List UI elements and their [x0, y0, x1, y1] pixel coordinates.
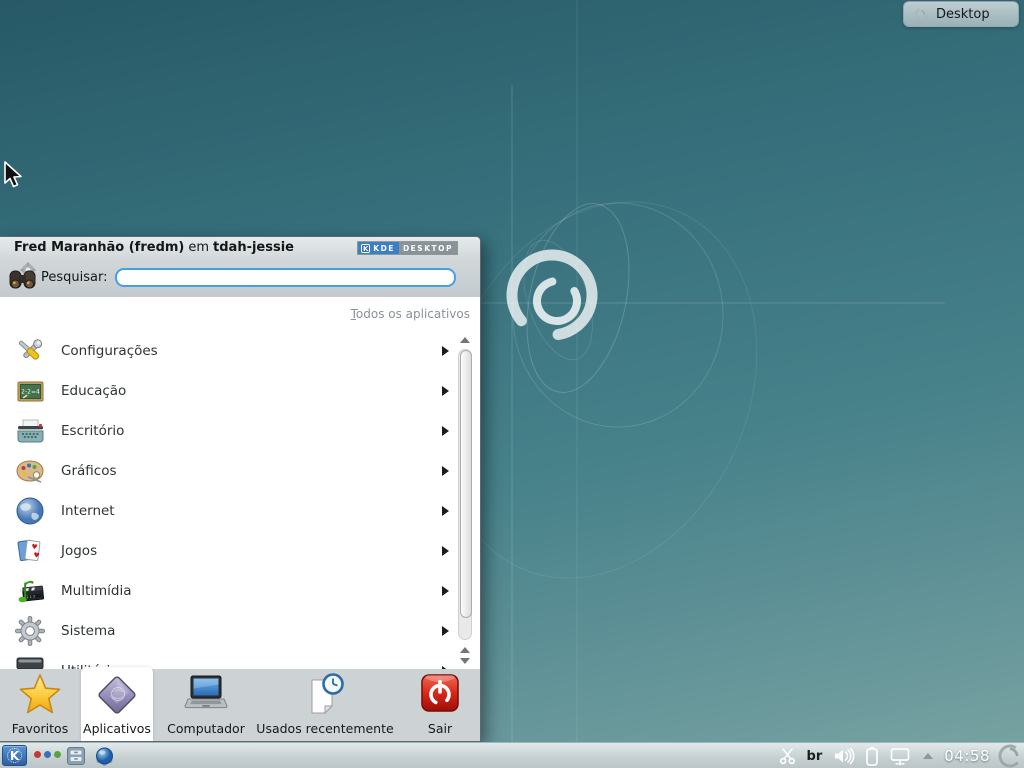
device-notifier-icon[interactable] [889, 747, 911, 766]
submenu-arrow-icon [442, 346, 449, 356]
tab-favoritos[interactable]: Favoritos [0, 667, 80, 741]
media-note-icon: 2 1 3 [13, 574, 47, 608]
globe-icon [13, 494, 47, 528]
chalkboard-icon: 2-2=4 [13, 374, 47, 408]
svg-text:2-2=4: 2-2=4 [21, 389, 40, 396]
typewriter-icon [13, 414, 47, 448]
search-label: Pesquisar: [41, 270, 108, 285]
tab-sair[interactable]: Sair [402, 667, 478, 741]
panel-cashew-icon[interactable] [998, 744, 1022, 768]
tab-usados-recentemente[interactable]: Usados recentemente [258, 667, 392, 741]
app-diamond-icon [95, 672, 139, 718]
gear-icon [13, 614, 47, 648]
submenu-arrow-icon [442, 386, 449, 396]
submenu-arrow-icon [442, 426, 449, 436]
keyboard-layout-indicator[interactable]: br [807, 749, 823, 764]
star-icon [18, 672, 62, 718]
scroll-up-icon[interactable] [460, 647, 470, 653]
tab-aplicativos[interactable]: Aplicativos [81, 667, 153, 741]
badge-desktop-text: DESKTOP [399, 242, 457, 254]
submenu-arrow-icon [442, 506, 449, 516]
volume-icon[interactable] [833, 747, 855, 765]
desktop: Desktop Fred Maranhão (fredm) em tdah-jess… [0, 0, 1024, 768]
host-name: tdah-jessie [213, 240, 294, 255]
laptop-icon [183, 672, 229, 718]
svg-text:♥: ♥ [33, 551, 40, 560]
scroll-down-icon[interactable] [460, 658, 470, 664]
playing-cards-icon: ♥ ♥ [13, 534, 47, 568]
kickoff-tab-bar: Favoritos Aplicativos [0, 667, 480, 741]
clipboard-scissors-icon[interactable] [779, 747, 796, 765]
scrollbar-track[interactable] [458, 349, 472, 640]
kde-desktop-badge: KKDE DESKTOP [357, 241, 458, 255]
badge-kde-text: KDE [373, 243, 395, 255]
submenu-arrow-icon [442, 546, 449, 556]
plasma-cashew-icon [914, 7, 929, 22]
menu-item-escritorio[interactable]: Escritório [0, 411, 480, 451]
kde-logo-icon: K [361, 244, 370, 253]
menu-item-internet[interactable]: Internet [0, 491, 480, 531]
applications-list: Todos os aplicativos Configurações [0, 297, 480, 669]
menu-item-graficos[interactable]: Gráficos [0, 451, 480, 491]
menu-item-educacao[interactable]: 2-2=4 Educação [0, 371, 480, 411]
desktop-folder-widget[interactable]: Desktop [903, 1, 1019, 27]
scrollbar-thumb[interactable] [460, 350, 472, 618]
kde-menu-icon: K [7, 748, 22, 763]
kde-menu-button[interactable]: K [2, 745, 27, 766]
menu-item-sistema[interactable]: Sistema [0, 611, 480, 651]
three-dots-icon[interactable] [34, 751, 61, 758]
category-items: Configurações 2-2=4 Educação [0, 331, 480, 669]
digital-clock[interactable]: 04:58 [944, 747, 990, 765]
binoculars-search-icon [7, 262, 39, 295]
palette-icon [13, 454, 47, 488]
search-input[interactable] [115, 268, 456, 287]
submenu-arrow-icon [442, 466, 449, 476]
menu-item-configuracoes[interactable]: Configurações [0, 331, 480, 371]
view-all-applications-link[interactable]: Todos os aplicativos [351, 307, 470, 321]
battery-icon[interactable] [865, 746, 879, 766]
recent-document-clock-icon [302, 672, 348, 718]
mouse-cursor [3, 161, 25, 191]
kickoff-launcher-popup: Fred Maranhão (fredm) em tdah-jessie KKDE … [0, 236, 481, 742]
menu-item-jogos[interactable]: ♥ ♥ Jogos [0, 531, 480, 571]
tab-computador[interactable]: Computador [155, 667, 257, 741]
file-cabinet-icon[interactable] [66, 746, 86, 766]
kickoff-header: Fred Maranhão (fredm) em tdah-jessie KKDE … [0, 237, 480, 259]
kickoff-search-row: Pesquisar: [0, 259, 480, 297]
tools-icon [13, 334, 47, 368]
list-scrollbar[interactable] [458, 335, 472, 666]
menu-item-multimidia[interactable]: 2 1 3 Multimídia [0, 571, 480, 611]
header-connector: em [188, 240, 209, 255]
system-tray: br 04:58 [774, 743, 1024, 768]
scroll-up-icon[interactable] [460, 337, 470, 343]
submenu-arrow-icon [442, 586, 449, 596]
bottom-panel: K b [0, 742, 1024, 768]
blue-sphere-gear-icon[interactable] [94, 746, 115, 767]
power-icon [418, 672, 462, 718]
desktop-widget-label: Desktop [936, 7, 990, 22]
expand-tray-arrow-icon[interactable] [923, 753, 933, 759]
submenu-arrow-icon [442, 626, 449, 636]
user-name: Fred Maranhão (fredm) [14, 240, 184, 255]
